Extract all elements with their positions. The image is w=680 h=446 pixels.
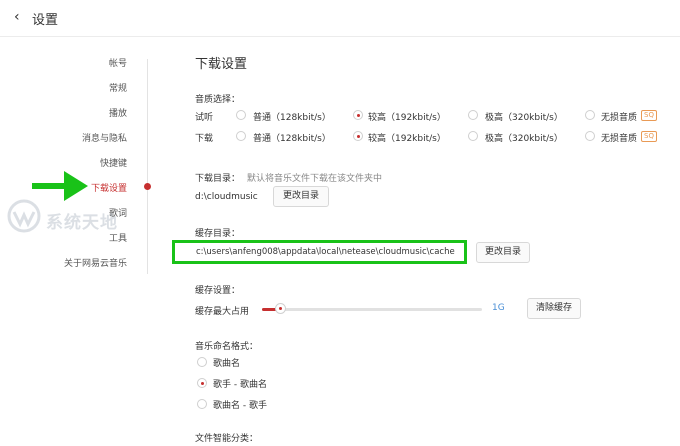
change-download-dir-button[interactable]: 更改目录 <box>273 186 329 207</box>
preview-quality-lossless-radio[interactable] <box>585 110 595 120</box>
quality-label: 音质选择： <box>195 95 241 105</box>
cache-settings-label: 缓存设置： <box>195 286 241 296</box>
top-bar: ‹ 设置 <box>0 0 680 37</box>
download-dir-path: d:\cloudmusic <box>195 192 258 202</box>
cache-dir-label: 缓存目录： <box>195 229 241 239</box>
naming-option-title-artist-label: 歌曲名 - 歌手 <box>213 401 267 411</box>
cache-size-value: 1G <box>492 303 505 313</box>
download-dir-hint: 默认将音乐文件下载在该文件夹中 <box>247 174 383 184</box>
naming-format-label: 音乐命名格式： <box>195 342 259 352</box>
download-quality-normal-label: 普通（128kbit/s） <box>253 134 331 144</box>
quality-row-preview-label: 试听 <box>195 113 214 123</box>
download-quality-lossless-radio[interactable] <box>585 131 595 141</box>
cache-max-label: 缓存最大占用 <box>195 307 250 317</box>
preview-quality-normal-radio[interactable] <box>236 110 246 120</box>
smart-sort-label: 文件智能分类： <box>195 434 259 444</box>
download-quality-high-label: 较高（192kbit/s） <box>368 134 446 144</box>
download-dir-label: 下载目录： <box>195 174 241 184</box>
preview-quality-high-label: 较高（192kbit/s） <box>368 113 446 123</box>
download-quality-normal-radio[interactable] <box>236 131 246 141</box>
active-indicator-dot <box>144 183 151 190</box>
sidebar: 帐号 常规 播放 消息与隐私 快捷键 下载设置 歌词 工具 关于网易云音乐 <box>0 37 160 446</box>
sidebar-item-download[interactable]: 下载设置 <box>91 181 127 194</box>
download-quality-extreme-radio[interactable] <box>468 131 478 141</box>
naming-option-artist-title-radio[interactable] <box>197 378 207 388</box>
preview-quality-lossless-label: 无损音质 <box>601 113 638 123</box>
sidebar-item-shortcuts[interactable]: 快捷键 <box>100 156 127 169</box>
sidebar-item-general[interactable]: 常规 <box>109 81 127 94</box>
preview-quality-extreme-radio[interactable] <box>468 110 478 120</box>
sidebar-item-account[interactable]: 帐号 <box>109 56 127 69</box>
cache-slider-handle[interactable] <box>274 303 286 314</box>
clear-cache-button[interactable]: 清除缓存 <box>527 298 581 319</box>
preview-quality-extreme-label: 极高（320kbit/s） <box>485 113 563 123</box>
naming-option-title-artist-radio[interactable] <box>197 399 207 409</box>
preview-quality-high-radio[interactable] <box>353 110 363 120</box>
section-title: 下载设置 <box>195 57 248 72</box>
download-quality-extreme-label: 极高（320kbit/s） <box>485 134 563 144</box>
sidebar-item-playback[interactable]: 播放 <box>109 106 127 119</box>
sidebar-item-about[interactable]: 关于网易云音乐 <box>64 256 127 269</box>
sidebar-item-lyrics[interactable]: 歌词 <box>109 206 127 219</box>
annotation-arrow-icon <box>32 171 88 201</box>
sq-badge: SQ <box>641 110 657 121</box>
naming-option-title-radio[interactable] <box>197 357 207 367</box>
naming-option-title-label: 歌曲名 <box>213 359 241 369</box>
sidebar-divider <box>147 59 148 274</box>
sidebar-item-privacy[interactable]: 消息与隐私 <box>82 131 127 144</box>
download-quality-high-radio[interactable] <box>353 131 363 141</box>
page-title: 设置 <box>32 13 59 28</box>
sq-badge: SQ <box>641 131 657 142</box>
cache-slider-track[interactable] <box>262 308 482 311</box>
preview-quality-normal-label: 普通（128kbit/s） <box>253 113 331 123</box>
back-icon[interactable]: ‹ <box>14 9 20 25</box>
sidebar-item-tools[interactable]: 工具 <box>109 231 127 244</box>
cache-dir-path: c:\users\anfeng008\appdata\local\netease… <box>196 247 455 257</box>
quality-row-download-label: 下载 <box>195 134 214 144</box>
change-cache-dir-button[interactable]: 更改目录 <box>476 242 530 263</box>
download-quality-lossless-label: 无损音质 <box>601 134 638 144</box>
naming-option-artist-title-label: 歌手 - 歌曲名 <box>213 380 267 390</box>
